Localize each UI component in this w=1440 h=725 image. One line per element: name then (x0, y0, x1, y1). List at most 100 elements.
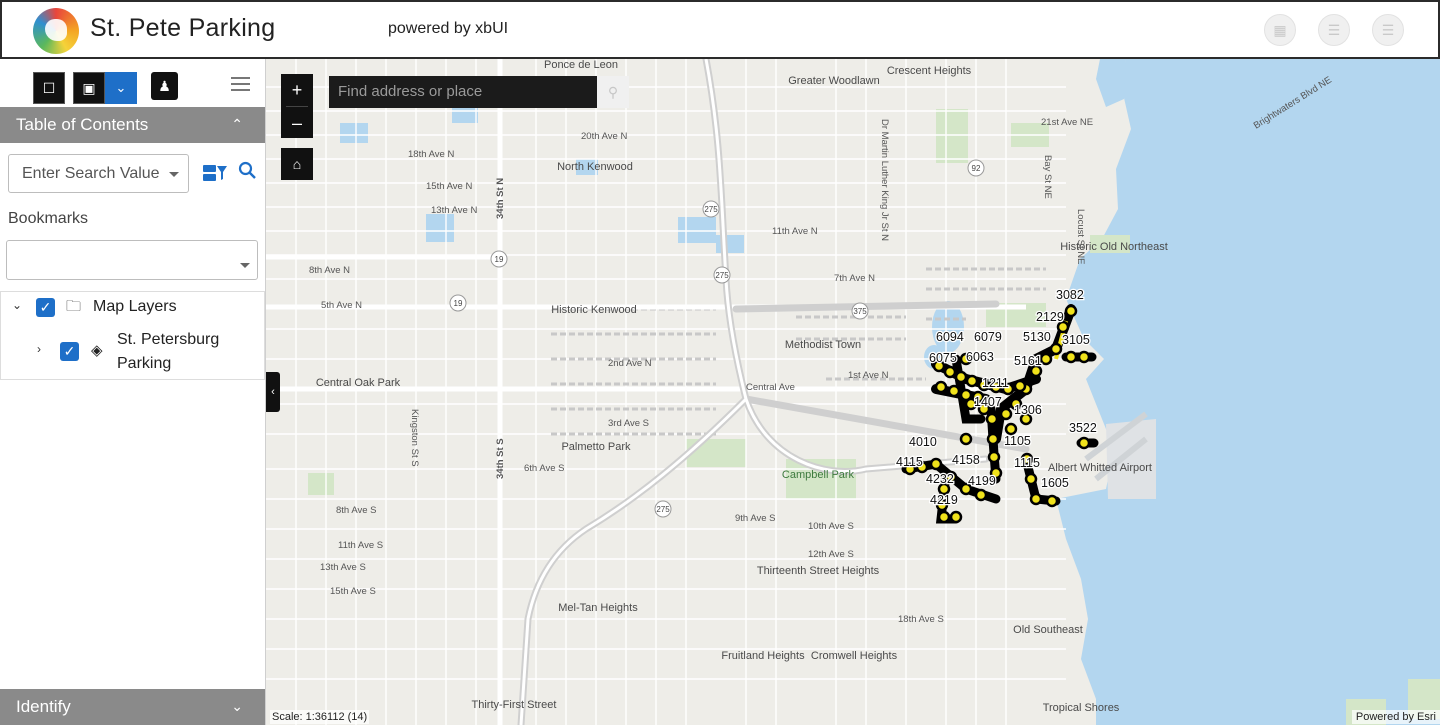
attribution[interactable]: Powered by Esri (1351, 710, 1440, 724)
street-label: 18th Ave N (408, 149, 454, 160)
search-value-dropdown[interactable]: Enter Search Value (8, 154, 189, 193)
parking-label: 1605 (1041, 476, 1069, 490)
street-label: 8th Ave S (336, 505, 377, 516)
map-view[interactable]: 275 19 375 92 19 275 275 Ponce de Leon G… (266, 59, 1440, 725)
layer-label: Map Layers (93, 298, 177, 315)
layer-row-parking[interactable]: › ✓ ◈ St. Petersburg Parking (1, 328, 264, 376)
layer-tree: ⌄ ✓ 🗀 Map Layers › ✓ ◈ St. Petersburg Par… (0, 291, 265, 380)
street-label: Central Ave (746, 382, 795, 393)
place-label: Mel-Tan Heights (558, 602, 638, 614)
street-label: 11th Ave S (338, 540, 383, 551)
chevron-down-icon[interactable]: ⌄ (105, 72, 137, 104)
street-label: 21st Ave NE (1041, 117, 1093, 128)
place-label: Thirteenth Street Heights (757, 565, 880, 577)
parking-label: 1115 (1014, 456, 1040, 470)
place-label: Greater Woodlawn (788, 75, 880, 87)
caret-down-icon (240, 263, 250, 268)
bookmarks-label: Bookmarks (8, 210, 89, 227)
grid-icon[interactable]: ▦ (1264, 14, 1296, 46)
parking-label: 3522 (1069, 421, 1097, 435)
place-label: Palmetto Park (561, 441, 631, 453)
place-label: Campbell Park (782, 469, 855, 481)
parking-label: 4158 (952, 453, 980, 467)
parking-label: 1105 (1004, 434, 1031, 448)
person-icon[interactable]: ♟ (151, 72, 178, 100)
chevron-down-icon[interactable]: ⌄ (12, 298, 22, 312)
search-icon[interactable] (238, 161, 257, 185)
parking-label: 6063 (966, 350, 994, 364)
street-label: 6th Ave S (524, 463, 565, 474)
layer-checkbox[interactable]: ✓ (36, 298, 55, 317)
zoom-control: + – (281, 74, 313, 138)
filter-icon[interactable] (203, 163, 227, 183)
street-label: 15th Ave S (330, 586, 376, 597)
parking-label: 6094 (936, 330, 964, 344)
parking-label: 1407 (974, 395, 1002, 409)
place-label: Old Southeast (1013, 624, 1083, 636)
street-label: 12th Ave S (808, 549, 854, 560)
toc-header[interactable]: Table of Contents ⌃ (0, 107, 265, 143)
bookmarks-dropdown[interactable] (6, 240, 258, 280)
zoom-in-button[interactable]: + (281, 74, 313, 106)
parking-label: 5130 (1023, 330, 1051, 344)
street-label: 10th Ave S (808, 521, 854, 532)
map-search-input[interactable]: Find address or place (329, 76, 597, 108)
parking-label: 3082 (1056, 288, 1084, 302)
layer-checkbox[interactable]: ✓ (60, 342, 79, 361)
zoom-out-button[interactable]: – (281, 107, 313, 139)
basemap[interactable]: 275 19 375 92 19 275 275 Ponce de Leon G… (266, 59, 1440, 725)
street-label: Dr Martin Luther King Jr St N (879, 119, 890, 241)
route-shield: 19 (495, 255, 504, 264)
left-panel: ☐ ▣ ⌄ ♟ Table of Contents ⌃ Enter Search… (0, 59, 266, 725)
chevron-up-icon[interactable]: ⌃ (231, 116, 243, 133)
place-label: Fruitland Heights (721, 650, 805, 662)
search-value-placeholder: Enter Search Value (22, 165, 160, 182)
app-header: St. Pete Parking powered by xbUI ▦ ☰ ☰ (0, 0, 1440, 59)
street-label: 9th Ave S (735, 513, 776, 524)
place-label: North Kenwood (557, 161, 633, 173)
street-label: 20th Ave N (581, 131, 627, 142)
layers-icon[interactable]: ☰ (1372, 14, 1404, 46)
select-icon[interactable]: ▣ (73, 72, 105, 104)
place-label: Crescent Heights (887, 65, 972, 77)
list-icon[interactable]: ☰ (1318, 14, 1350, 46)
search-icon[interactable]: ⚲ (597, 76, 629, 108)
street-label: 11th Ave N (772, 226, 818, 237)
place-label: Methodist Town (785, 339, 861, 351)
parking-label: 1306 (1014, 403, 1042, 417)
parking-label: 5161 (1014, 354, 1042, 368)
parking-label: 4010 (909, 435, 937, 449)
collapse-panel-icon[interactable]: ‹ (266, 372, 280, 412)
route-shield: 275 (715, 271, 729, 280)
route-shield: 275 (704, 205, 718, 214)
parking-label: 2129 (1036, 310, 1064, 324)
measure-icon[interactable]: ☐ (33, 72, 65, 104)
street-label: Kingston St S (409, 409, 420, 467)
place-label: Thirty-First Street (472, 699, 557, 711)
street-label: Locust St NE (1075, 209, 1086, 264)
layer-row-map-layers[interactable]: ⌄ ✓ 🗀 Map Layers (1, 292, 264, 320)
parking-label: 1211 (982, 376, 1009, 390)
identify-header[interactable]: Identify ⌄ (0, 689, 265, 725)
place-label: Ponce de Leon (544, 59, 618, 71)
chevron-down-icon[interactable]: ⌄ (231, 698, 243, 715)
chevron-right-icon[interactable]: › (37, 342, 41, 356)
toc-title: Table of Contents (16, 115, 149, 134)
place-label: Historic Kenwood (551, 304, 637, 316)
street-label: 8th Ave N (309, 265, 350, 276)
street-label: 7th Ave N (834, 273, 875, 284)
parking-label: 4232 (926, 472, 954, 486)
street-label: 15th Ave N (426, 181, 472, 192)
layer-label: St. Petersburg Parking (117, 331, 220, 372)
street-label: 13th Ave N (431, 205, 477, 216)
home-icon[interactable]: ⌂ (281, 148, 313, 180)
place-label: Cromwell Heights (811, 650, 898, 662)
place-label: Albert Whitted Airport (1048, 462, 1152, 474)
route-shield: 375 (853, 307, 867, 316)
powered-by-text: powered by xbUI (388, 20, 509, 37)
parking-label: 4219 (930, 493, 958, 507)
menu-icon[interactable] (231, 77, 250, 91)
street-label: 34th St N (495, 178, 506, 219)
street-label: 34th St S (495, 438, 506, 479)
folder-icon: 🗀 (66, 298, 82, 315)
